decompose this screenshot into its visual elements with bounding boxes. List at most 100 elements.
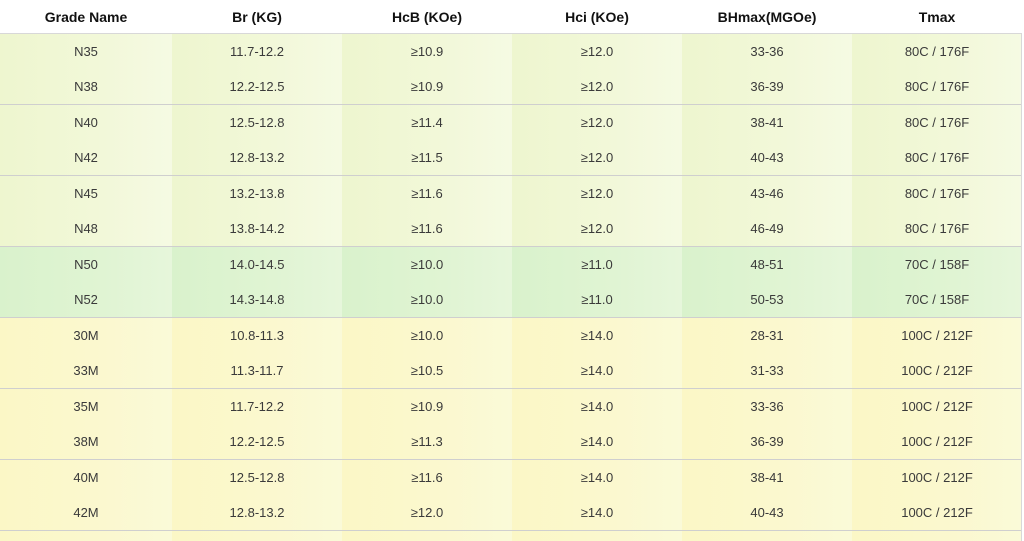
hci-cell: ≥14.0 [512,388,682,424]
grade-name-cell: 35M [0,388,172,424]
br-cell: 12.8-13.2 [172,140,342,176]
hcb-cell: ≥11.6 [342,459,512,495]
bhmax-cell: 28-31 [682,317,852,353]
hci-cell: ≥12.0 [512,211,682,247]
header-tmax: Tmax [852,0,1022,34]
grade-name-cell: 33M [0,353,172,389]
hcb-cell: ≥10.0 [342,282,512,318]
bhmax-cell: 40-43 [682,495,852,531]
table-body: N35 11.7-12.2 ≥10.9 ≥12.0 33-36 80C / 176F N38… [0,33,1022,541]
tmax-cell: 80C / 176F [852,211,1022,247]
hci-cell: ≥14.0 [512,317,682,353]
bhmax-cell: 31-33 [682,353,852,389]
hci-cell: ≥11.0 [512,246,682,282]
grade-name-cell: N52 [0,282,172,318]
hcb-cell: ≥10.0 [342,246,512,282]
hci-cell: ≥12.0 [512,104,682,140]
tmax-cell: 70C / 158F [852,246,1022,282]
grade-name-cell: N45 [0,175,172,211]
bhmax-cell: 43-46 [682,530,852,541]
tmax-cell: 100C / 212F [852,317,1022,353]
tmax-cell: 100C / 212F [852,495,1022,531]
bhmax-cell: 36-39 [682,424,852,460]
table-row: 40M 12.5-12.8 ≥11.6 ≥14.0 38-41 100C / 212F [0,459,1022,495]
hci-cell: ≥12.0 [512,69,682,105]
br-cell: 14.3-14.8 [172,282,342,318]
hcb-cell: ≥10.0 [342,317,512,353]
hcb-cell: ≥12.5 [342,530,512,541]
br-cell: 13.8-14.2 [172,211,342,247]
table-row: N48 13.8-14.2 ≥11.6 ≥12.0 46-49 80C / 176F [0,211,1022,247]
hcb-cell: ≥10.9 [342,69,512,105]
table-row: N45 13.2-13.8 ≥11.6 ≥12.0 43-46 80C / 176F [0,175,1022,211]
header-hci: Hci (KOe) [512,0,682,34]
br-cell: 10.8-11.3 [172,317,342,353]
table-row: N42 12.8-13.2 ≥11.5 ≥12.0 40-43 80C / 176F [0,140,1022,176]
grade-name-cell: N42 [0,140,172,176]
grade-name-cell: 30M [0,317,172,353]
hcb-cell: ≥11.4 [342,104,512,140]
br-cell: 12.2-12.5 [172,424,342,460]
grade-name-cell: 40M [0,459,172,495]
table-row: N50 14.0-14.5 ≥10.0 ≥11.0 48-51 70C / 158F [0,246,1022,282]
hcb-cell: ≥11.5 [342,140,512,176]
table-row: 45M13.2-13.8≥12.5≥14.043-46100C / 212F [0,530,1022,541]
hci-cell: ≥14.0 [512,353,682,389]
hci-cell: ≥14.0 [512,530,682,541]
bhmax-cell: 50-53 [682,282,852,318]
table-row: 33M 11.3-11.7 ≥10.5 ≥14.0 31-33 100C / 212F [0,353,1022,389]
br-cell: 11.7-12.2 [172,388,342,424]
hci-cell: ≥14.0 [512,495,682,531]
br-cell: 14.0-14.5 [172,246,342,282]
tmax-cell: 80C / 176F [852,175,1022,211]
br-cell: 12.2-12.5 [172,69,342,105]
br-cell: 11.3-11.7 [172,353,342,389]
bhmax-cell: 38-41 [682,104,852,140]
tmax-cell: 70C / 158F [852,282,1022,318]
bhmax-cell: 48-51 [682,246,852,282]
br-cell: 12.5-12.8 [172,459,342,495]
grade-name-cell: N35 [0,33,172,69]
tmax-cell: 80C / 176F [852,104,1022,140]
tmax-cell: 80C / 176F [852,33,1022,69]
grade-name-cell: 38M [0,424,172,460]
hci-cell: ≥12.0 [512,33,682,69]
hcb-cell: ≥10.5 [342,353,512,389]
hcb-cell: ≥11.6 [342,175,512,211]
table-row: N52 14.3-14.8 ≥10.0 ≥11.0 50-53 70C / 158F [0,282,1022,318]
tmax-cell: 100C / 212F [852,530,1022,541]
tmax-cell: 100C / 212F [852,459,1022,495]
tmax-cell: 100C / 212F [852,388,1022,424]
hcb-cell: ≥11.6 [342,211,512,247]
grade-name-cell: N40 [0,104,172,140]
table-row: 38M 12.2-12.5 ≥11.3 ≥14.0 36-39 100C / 212F [0,424,1022,460]
grade-name-cell: N50 [0,246,172,282]
magnet-grade-table-container: Grade Name Br (KG) HcB (KOe) Hci (KOe) B… [0,0,1024,541]
hci-cell: ≥11.0 [512,282,682,318]
hci-cell: ≥12.0 [512,140,682,176]
table-row: N40 12.5-12.8 ≥11.4 ≥12.0 38-41 80C / 176F [0,104,1022,140]
bhmax-cell: 43-46 [682,175,852,211]
bhmax-cell: 40-43 [682,140,852,176]
br-cell: 12.8-13.2 [172,495,342,531]
hci-cell: ≥14.0 [512,459,682,495]
table-right-border [1021,33,1022,541]
table-header: Grade Name Br (KG) HcB (KOe) Hci (KOe) B… [0,0,1022,34]
bhmax-cell: 33-36 [682,33,852,69]
grade-name-cell: 42M [0,495,172,531]
tmax-cell: 100C / 212F [852,353,1022,389]
br-cell: 13.2-13.8 [172,175,342,211]
tmax-cell: 100C / 212F [852,424,1022,460]
bhmax-cell: 36-39 [682,69,852,105]
tmax-cell: 80C / 176F [852,140,1022,176]
br-cell: 11.7-12.2 [172,33,342,69]
header-row: Grade Name Br (KG) HcB (KOe) Hci (KOe) B… [0,0,1022,34]
table-row: N38 12.2-12.5 ≥10.9 ≥12.0 36-39 80C / 176F [0,69,1022,105]
hcb-cell: ≥12.0 [342,495,512,531]
header-br: Br (KG) [172,0,342,34]
hcb-cell: ≥10.9 [342,33,512,69]
hcb-cell: ≥10.9 [342,388,512,424]
br-cell: 12.5-12.8 [172,104,342,140]
table-row: 35M 11.7-12.2 ≥10.9 ≥14.0 33-36 100C / 212F [0,388,1022,424]
table-row: 30M 10.8-11.3 ≥10.0 ≥14.0 28-31 100C / 212F [0,317,1022,353]
